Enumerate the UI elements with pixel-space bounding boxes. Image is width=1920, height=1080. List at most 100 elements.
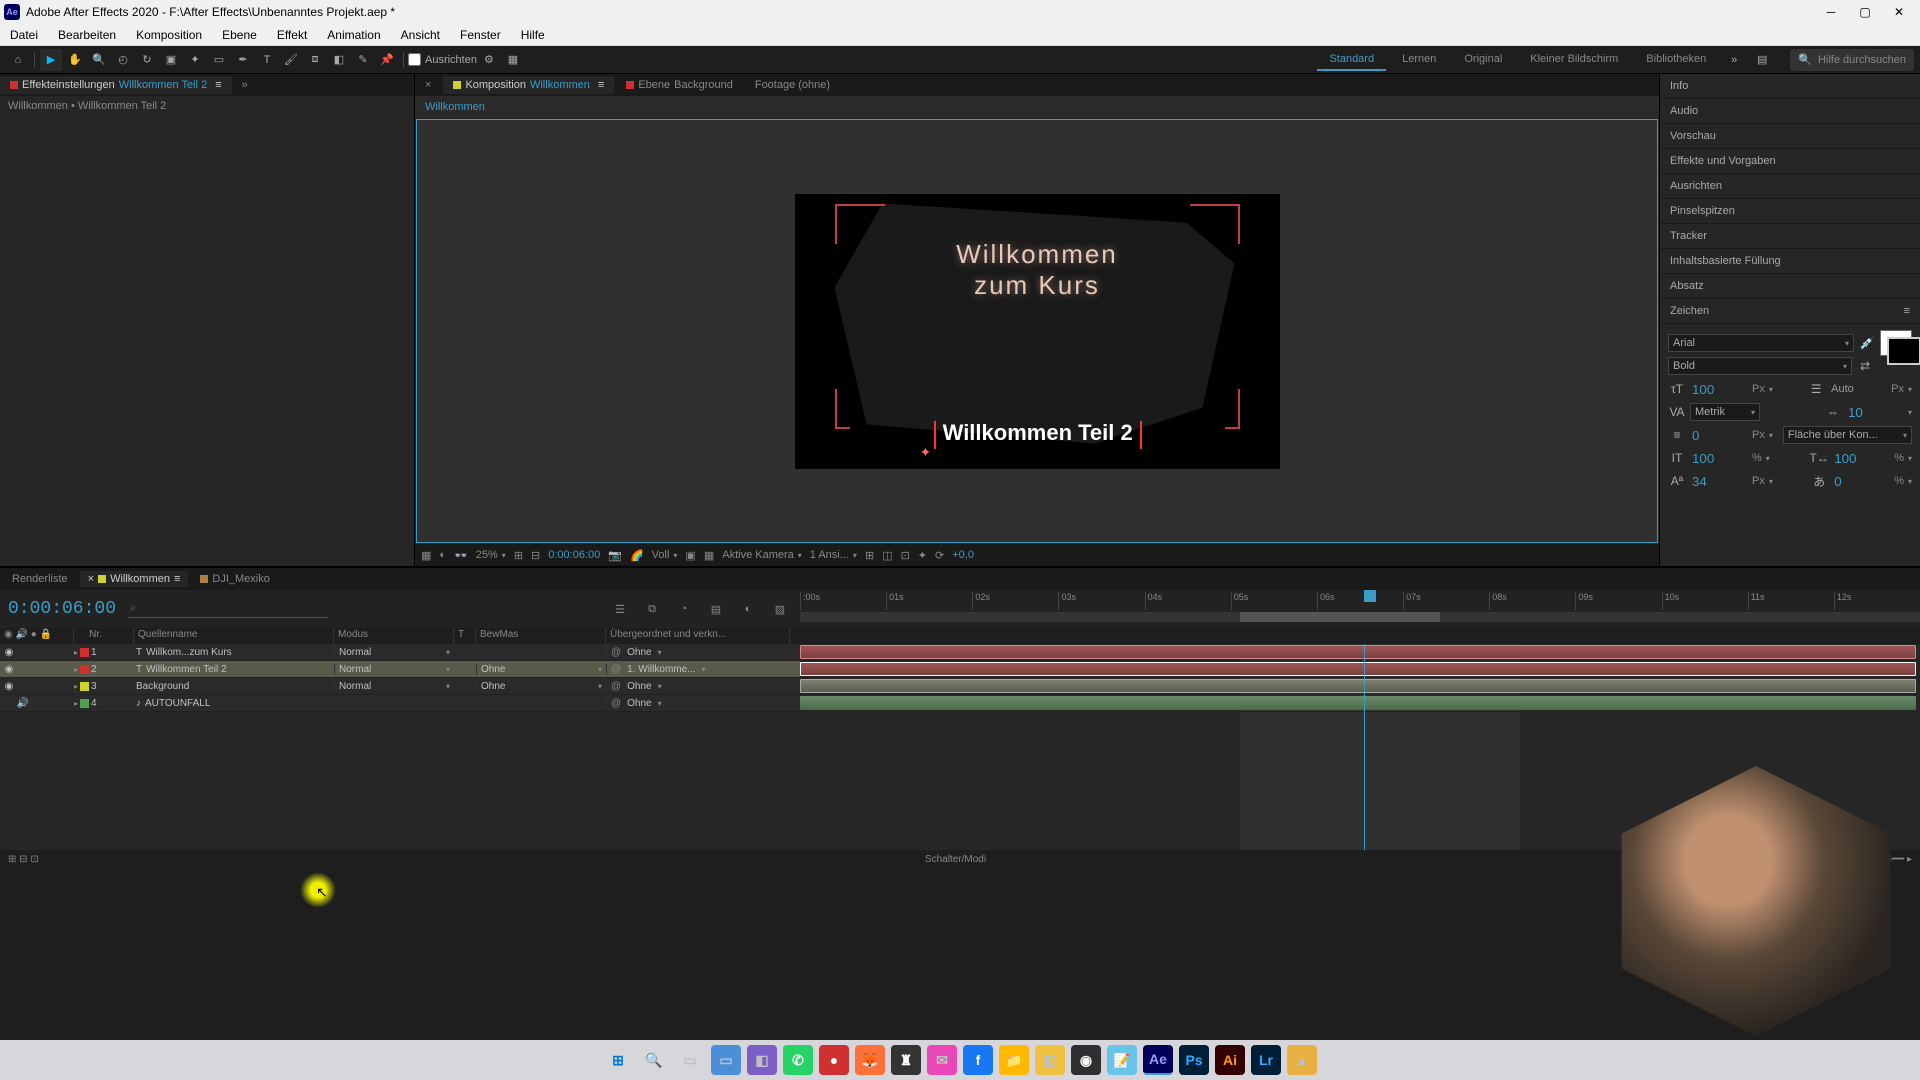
puppet-tool-icon[interactable]: 📌 [376, 49, 398, 71]
panel-info[interactable]: Info [1660, 74, 1920, 99]
menu-fenster[interactable]: Fenster [450, 28, 511, 42]
mask-icon[interactable]: ◐ [439, 549, 446, 561]
label-color[interactable] [80, 699, 89, 708]
workspace-original[interactable]: Original [1452, 49, 1514, 71]
vb-icon[interactable]: ✦ [918, 549, 927, 562]
maximize-button[interactable]: ▢ [1856, 3, 1874, 21]
anchor-tool-icon[interactable]: ✦ [184, 49, 206, 71]
transparency-icon[interactable]: ▦ [704, 549, 714, 562]
layer-row[interactable]: ◉ ▸1 TWillkom...zum Kurs Normal▾ @Ohne▾ [0, 644, 800, 661]
vb-icon[interactable]: ⊞ [865, 549, 874, 562]
eyedropper-icon[interactable]: 💉 [1858, 334, 1876, 352]
selection-tool-icon[interactable]: ▶ [40, 49, 62, 71]
workspace-standard[interactable]: Standard [1317, 49, 1386, 71]
close-button[interactable]: ✕ [1890, 3, 1908, 21]
frameblend-icon[interactable]: ▤ [705, 598, 727, 620]
layer-bar[interactable] [800, 645, 1916, 659]
roi-icon[interactable]: ▣ [685, 549, 695, 562]
twirl-icon[interactable]: ▸ [74, 682, 78, 691]
shy-icon[interactable]: ◔ [673, 598, 695, 620]
kerning-select[interactable]: Metrik▾ [1690, 403, 1760, 421]
twirl-icon[interactable]: ▸ [74, 665, 78, 674]
font-family-select[interactable]: Arial▾ [1668, 334, 1854, 352]
text-tool-icon[interactable]: T [256, 49, 278, 71]
stroke-width-input[interactable] [1690, 427, 1748, 444]
selection-handle-icon[interactable] [934, 421, 936, 449]
subtitle-text-selected[interactable]: Willkommen Teil 2 [927, 418, 1149, 450]
playhead[interactable] [1364, 590, 1376, 628]
explorer-icon[interactable]: ▭ [711, 1045, 741, 1075]
panel-contentfill[interactable]: Inhaltsbasierte Füllung [1660, 249, 1920, 274]
layer-row[interactable]: 🔊 ▸4 ♪AUTOUNFALL @Ohne▾ [0, 695, 800, 712]
fill-stroke-swatch[interactable] [1880, 330, 1912, 356]
pen-tool-icon[interactable]: ✒ [232, 49, 254, 71]
comp-breadcrumb[interactable]: Willkommen [415, 99, 495, 115]
start-button[interactable]: ⊞ [603, 1045, 633, 1075]
workspace-kleiner[interactable]: Kleiner Bildschirm [1518, 49, 1630, 71]
exposure-value[interactable]: +0,0 [952, 549, 974, 561]
brush-tool-icon[interactable]: 🖌 [280, 49, 302, 71]
playhead-line[interactable] [1364, 644, 1365, 850]
menu-bearbeiten[interactable]: Bearbeiten [48, 28, 126, 42]
menu-ebene[interactable]: Ebene [212, 28, 267, 42]
track-matte-select[interactable]: Ohne▾ [476, 664, 606, 675]
layer-tab[interactable]: Ebene Background [616, 76, 743, 94]
grid-icon[interactable]: ⊟ [531, 549, 540, 562]
panel-tracker[interactable]: Tracker [1660, 224, 1920, 249]
folder-icon[interactable]: 📁 [999, 1045, 1029, 1075]
camera-tool-icon[interactable]: ▣ [160, 49, 182, 71]
goggles-icon[interactable]: 👓 [454, 549, 468, 562]
stamp-tool-icon[interactable]: ⧈ [304, 49, 326, 71]
menu-hilfe[interactable]: Hilfe [511, 28, 555, 42]
work-area-range[interactable] [1240, 612, 1440, 622]
timeline-search-input[interactable]: ⌕ [128, 600, 328, 618]
pickwhip-icon[interactable]: @ [611, 647, 621, 658]
res-icon[interactable]: ⊞ [514, 549, 523, 562]
alpha-icon[interactable]: ▦ [421, 549, 431, 562]
snap-box-icon[interactable]: ▦ [502, 49, 524, 71]
zoom-select[interactable]: 25%▾ [476, 549, 506, 561]
panel-effekte[interactable]: Effekte und Vorgaben [1660, 149, 1920, 174]
effect-controls-tab[interactable]: Effekteinstellungen Willkommen Teil 2 ≡ [0, 76, 232, 94]
parent-select[interactable]: Ohne [627, 681, 651, 692]
orbit-tool-icon[interactable]: ◴ [112, 49, 134, 71]
time-ruler[interactable]: :00s 01s 02s 03s 04s 05s 06s 07s 08s 09s… [800, 590, 1920, 628]
snap-opt-icon[interactable]: ⚙ [478, 49, 500, 71]
vscale-input[interactable] [1690, 450, 1748, 467]
roto-tool-icon[interactable]: ✎ [352, 49, 374, 71]
visibility-toggle[interactable]: ◉ [2, 664, 16, 675]
task-search-icon[interactable]: 🔍 [639, 1045, 669, 1075]
zoom-tool-icon[interactable]: 🔍 [88, 49, 110, 71]
selection-handle-icon[interactable] [1140, 421, 1142, 449]
photoshop-icon[interactable]: Ps [1179, 1045, 1209, 1075]
hscale-input[interactable] [1832, 450, 1890, 467]
panel-audio[interactable]: Audio [1660, 99, 1920, 124]
comp-mini-flow-icon[interactable]: ☰ [609, 598, 631, 620]
parent-select[interactable]: 1. Willkomme... [627, 664, 695, 675]
workspace-more-icon[interactable]: » [1723, 49, 1745, 71]
blend-mode-select[interactable]: Normal▾ [334, 681, 454, 692]
resolution-select[interactable]: Voll▾ [652, 549, 678, 561]
twirl-icon[interactable]: ▸ [74, 648, 78, 657]
swap-colors-icon[interactable]: ⇄ [1856, 357, 1874, 375]
app-icon[interactable]: ♜ [891, 1045, 921, 1075]
eraser-tool-icon[interactable]: ◧ [328, 49, 350, 71]
panel-ausrichten[interactable]: Ausrichten [1660, 174, 1920, 199]
panel-more-tab[interactable]: » [232, 76, 258, 94]
obs-icon[interactable]: ◉ [1071, 1045, 1101, 1075]
lightroom-icon[interactable]: Lr [1251, 1045, 1281, 1075]
panel-absatz[interactable]: Absatz [1660, 274, 1920, 299]
vb-icon[interactable]: ⟳ [935, 549, 944, 562]
composition-tab[interactable]: Komposition Willkommen ≡ [443, 76, 614, 94]
app-icon[interactable]: ◧ [1035, 1045, 1065, 1075]
menu-datei[interactable]: Datei [0, 28, 48, 42]
menu-effekt[interactable]: Effekt [267, 28, 317, 42]
layer-row-selected[interactable]: ◉ ▸2 TWillkommen Teil 2 Normal▾ Ohne▾ @1… [0, 661, 800, 678]
whatsapp-icon[interactable]: ✆ [783, 1045, 813, 1075]
snapshot-icon[interactable]: 📷 [608, 549, 622, 562]
vb-icon[interactable]: ⊡ [901, 549, 910, 562]
app-icon[interactable]: ◧ [747, 1045, 777, 1075]
minimize-button[interactable]: ─ [1822, 3, 1840, 21]
menu-animation[interactable]: Animation [317, 28, 390, 42]
layer-row[interactable]: ◉ ▸3 Background Normal▾ Ohne▾ @Ohne▾ [0, 678, 800, 695]
